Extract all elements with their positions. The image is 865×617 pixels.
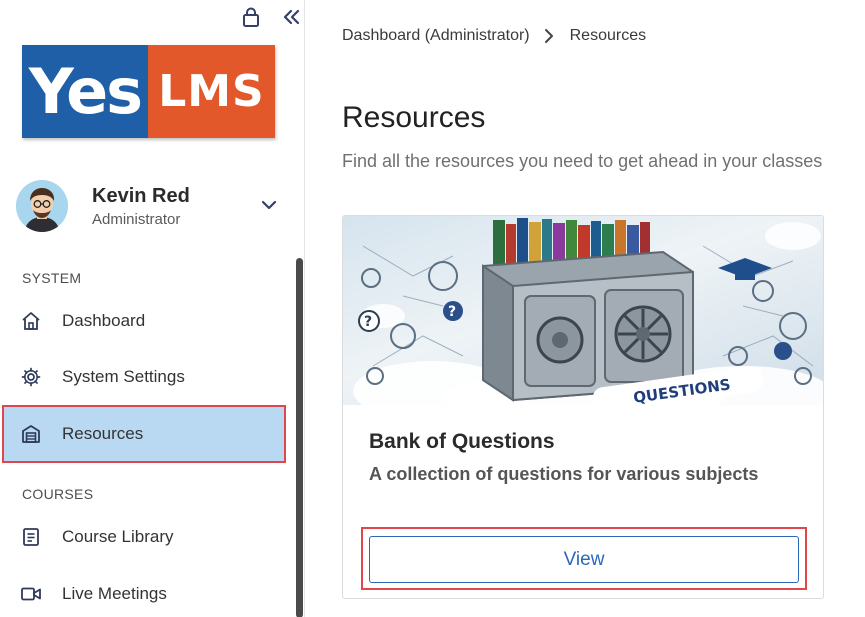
section-label-courses: COURSES xyxy=(22,486,94,502)
chevron-right-icon xyxy=(544,28,556,44)
sidebar-item-resources[interactable]: Resources xyxy=(2,405,286,463)
collapse-sidebar-icon[interactable] xyxy=(280,6,302,28)
main-content: Dashboard (Administrator) Resources Reso… xyxy=(306,0,865,617)
gear-icon xyxy=(20,366,42,388)
sidebar-top-controls xyxy=(240,6,302,28)
card-description: A collection of questions for various su… xyxy=(369,464,759,484)
yeslms-logo[interactable]: Yes LMS xyxy=(22,45,275,138)
breadcrumb-parent-link[interactable]: Dashboard (Administrator) xyxy=(342,27,530,45)
sidebar-item-course-library[interactable]: Course Library xyxy=(4,510,284,564)
sidebar: Yes LMS Kevin Red Administrator SYSTEM D… xyxy=(0,0,305,617)
page-title: Resources xyxy=(342,101,486,134)
section-label-system: SYSTEM xyxy=(22,270,82,286)
svg-text:?: ? xyxy=(364,314,372,330)
card-image-safe-with-books: ? ? QUESTIONS xyxy=(343,216,823,405)
lock-icon[interactable] xyxy=(240,6,262,28)
sidebar-item-label: Resources xyxy=(62,424,144,443)
svg-text:?: ? xyxy=(448,304,456,320)
sidebar-item-label: Dashboard xyxy=(62,311,146,330)
sidebar-item-label: Live Meetings xyxy=(62,584,167,603)
user-role: Administrator xyxy=(92,210,181,228)
logo-yes-part: Yes xyxy=(22,45,148,138)
archive-icon xyxy=(20,423,42,445)
home-icon xyxy=(20,310,42,332)
safe-illustration: ? ? QUESTIONS xyxy=(353,218,823,405)
video-icon xyxy=(20,583,42,605)
sidebar-item-label: System Settings xyxy=(62,367,185,386)
chevron-down-icon[interactable] xyxy=(258,194,280,216)
card-title: Bank of Questions xyxy=(369,430,555,453)
logo-lms-part: LMS xyxy=(148,45,275,138)
sidebar-scrollbar[interactable] xyxy=(296,258,303,617)
resource-card: ? ? QUESTIONS Bank of Questions A collec… xyxy=(342,215,824,599)
user-name: Kevin Red xyxy=(92,184,190,207)
breadcrumb: Dashboard (Administrator) Resources xyxy=(342,27,646,45)
sidebar-item-live-meetings[interactable]: Live Meetings xyxy=(4,567,284,617)
sidebar-item-system-settings[interactable]: System Settings xyxy=(4,350,284,404)
sidebar-item-dashboard[interactable]: Dashboard xyxy=(4,294,284,348)
page-subtitle: Find all the resources you need to get a… xyxy=(342,151,823,171)
user-profile[interactable]: Kevin Red Administrator xyxy=(16,178,286,234)
user-text: Kevin Red Administrator xyxy=(92,185,190,228)
document-icon xyxy=(20,526,42,548)
sidebar-item-label: Course Library xyxy=(62,527,174,546)
avatar xyxy=(16,180,68,232)
view-button-highlight: View xyxy=(361,527,807,590)
view-button[interactable]: View xyxy=(369,536,799,583)
breadcrumb-current: Resources xyxy=(569,27,647,44)
